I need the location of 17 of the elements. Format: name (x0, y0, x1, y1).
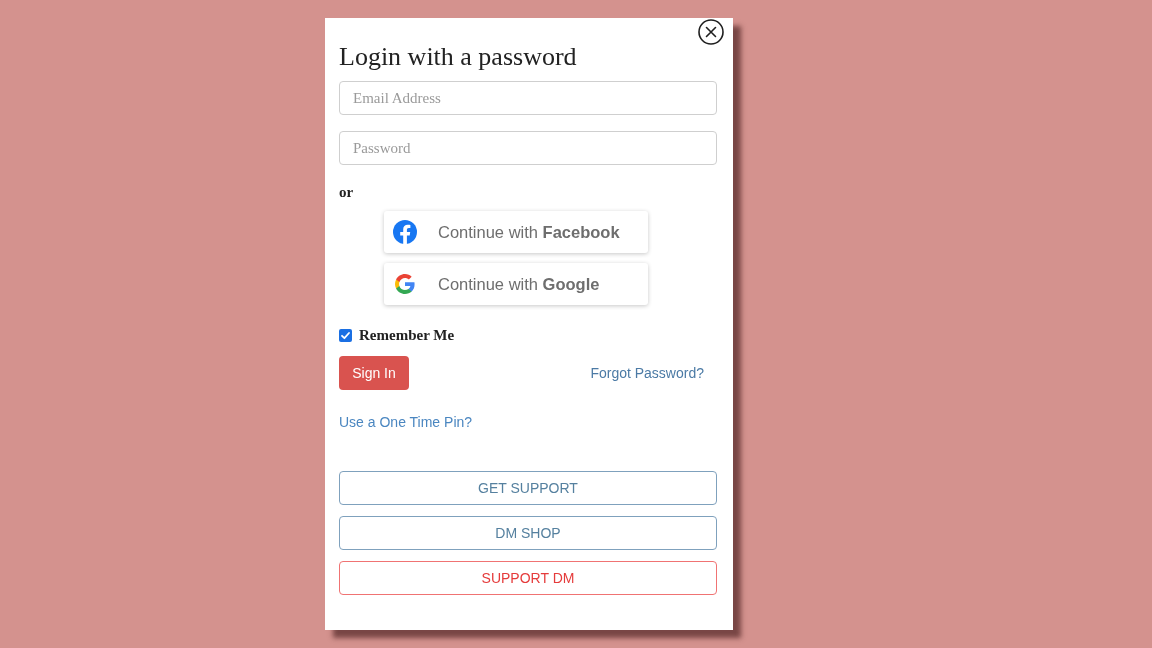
one-time-pin-link[interactable]: Use a One Time Pin? (339, 411, 473, 433)
close-icon[interactable] (698, 19, 724, 45)
remember-checkbox[interactable] (339, 328, 352, 342)
or-separator: or (339, 182, 354, 202)
footer-button[interactable]: DM SHOP (339, 516, 717, 550)
footer-button[interactable]: GET SUPPORT (339, 471, 717, 505)
forgot-password-link[interactable]: Forgot Password? (590, 362, 704, 384)
sign-in-button[interactable]: Sign In (339, 356, 409, 390)
dialog-title: Login with a password (339, 42, 577, 72)
email-field[interactable]: Email Address (339, 81, 717, 115)
google-sign-in-button[interactable]: Continue with Google (384, 263, 648, 305)
facebook-logo-icon (393, 220, 417, 244)
password-field[interactable]: Password (339, 131, 717, 165)
facebook-sign-in-button[interactable]: Continue with Facebook (384, 211, 648, 253)
remember-me-label: Remember Me (359, 325, 455, 345)
google-logo-icon (395, 274, 415, 294)
footer-button[interactable]: SUPPORT DM (339, 561, 717, 595)
